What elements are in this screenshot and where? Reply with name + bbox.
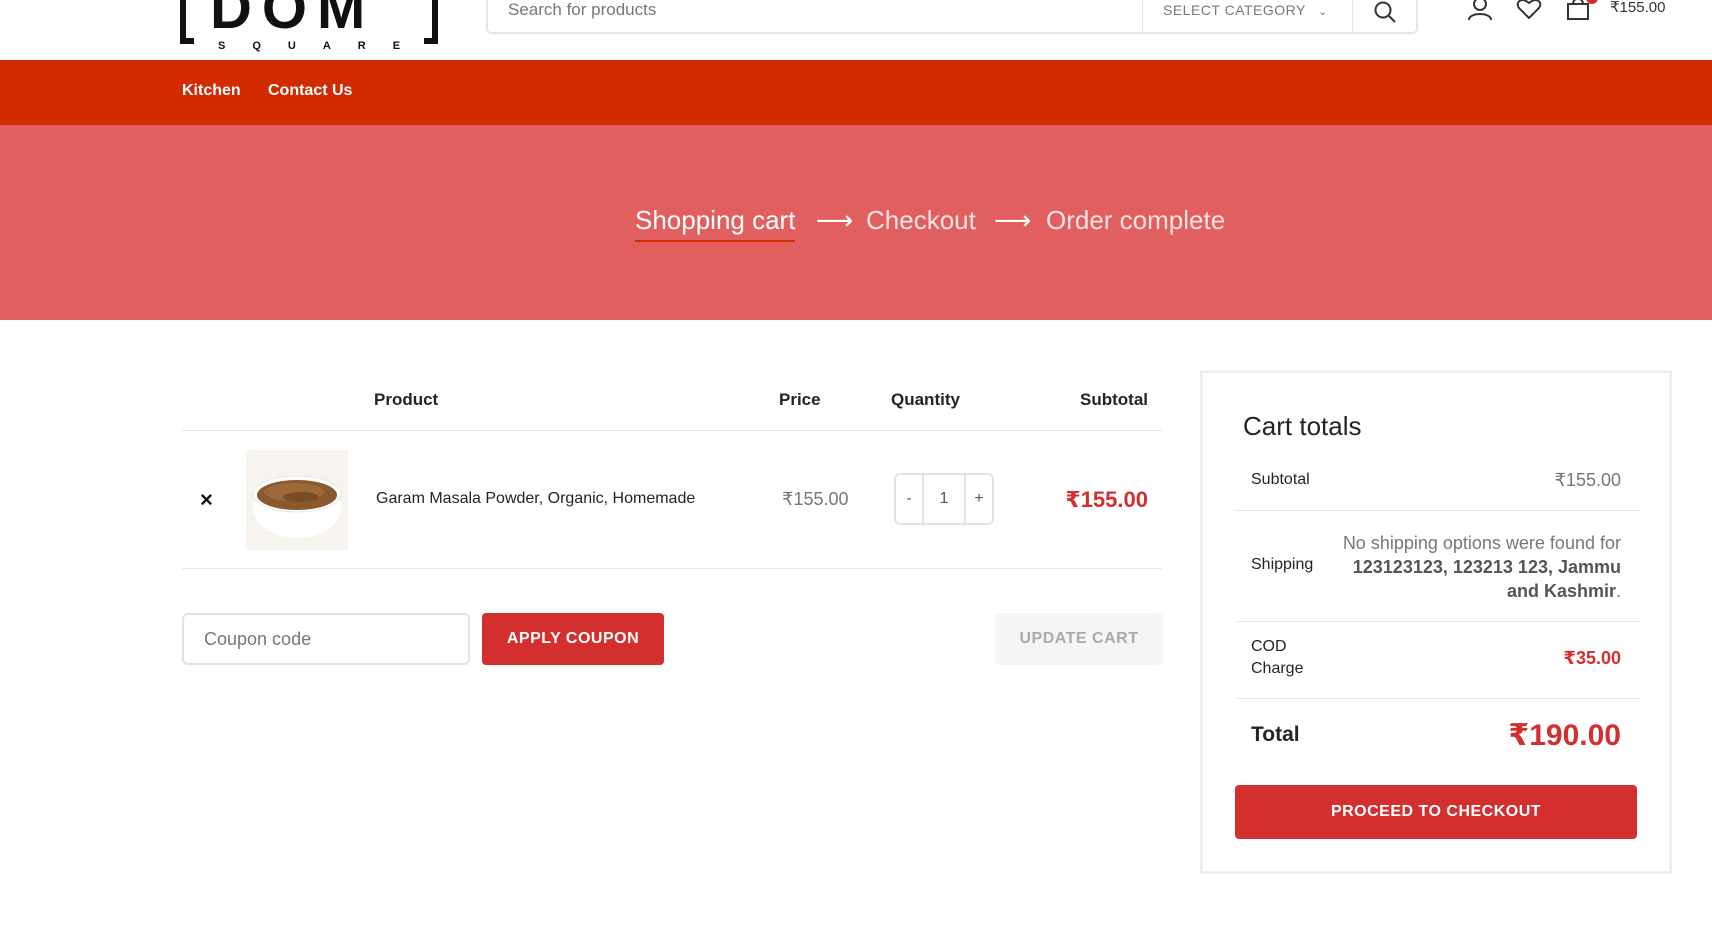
cart-totals-title: Cart totals xyxy=(1243,411,1362,441)
update-cart-button[interactable]: UPDATE CART xyxy=(995,613,1163,665)
nav-item-kitchen[interactable]: Kitchen xyxy=(182,82,241,100)
logo-word: DOM xyxy=(210,0,376,41)
checkout-steps-banner: Shopping cart ⟶ Checkout ⟶ Order complet… xyxy=(0,125,1712,320)
checkout-steps: Shopping cart ⟶ Checkout ⟶ Order complet… xyxy=(0,205,1712,245)
quantity-input[interactable]: 1 xyxy=(924,475,964,523)
cod-charge-label-line1: COD xyxy=(1251,638,1287,655)
subtotal-value: ₹155.00 xyxy=(1554,470,1621,490)
cod-charge-value: ₹35.00 xyxy=(1563,648,1621,668)
shipping-label: Shipping xyxy=(1251,556,1314,573)
proceed-to-checkout-button[interactable]: PROCEED TO CHECKOUT xyxy=(1235,785,1637,839)
product-name-link[interactable]: Garam Masala Powder, Organic, Homemade xyxy=(376,490,695,508)
spice-bowl-image xyxy=(252,475,342,538)
column-header-quantity: Quantity xyxy=(891,390,960,409)
table-divider xyxy=(182,430,1162,431)
cart-totals-panel: Cart totals Subtotal ₹155.00 Shipping No… xyxy=(1200,370,1672,874)
logo-subtitle: SQUARE xyxy=(218,40,428,52)
apply-coupon-button[interactable]: APPLY COUPON xyxy=(482,613,664,665)
site-header: DOM SQUARE SELECT CATEGORY ⌄ xyxy=(0,0,1712,60)
arrow-right-icon: ⟶ xyxy=(994,205,1032,235)
logo-bracket-right xyxy=(424,0,438,44)
column-header-subtotal: Subtotal xyxy=(1080,390,1148,409)
cart-bag-icon[interactable] xyxy=(1566,0,1590,25)
nav-item-contact-us[interactable]: Contact Us xyxy=(268,82,352,100)
quantity-stepper: - 1 + xyxy=(894,473,994,525)
product-thumbnail[interactable] xyxy=(246,450,348,550)
remove-item-icon[interactable]: × xyxy=(200,487,213,513)
category-select-label: SELECT CATEGORY xyxy=(1163,2,1306,18)
shipping-message-text: No shipping options were found for xyxy=(1342,533,1621,553)
header-cart-total[interactable]: ₹155.00 xyxy=(1610,0,1665,16)
step-order-complete: Order complete xyxy=(1046,205,1226,235)
arrow-right-icon: ⟶ xyxy=(816,205,854,235)
subtotal-label: Subtotal xyxy=(1251,471,1310,488)
quantity-decrease-button[interactable]: - xyxy=(896,475,924,523)
shipping-address: 123123123, 123213 123, Jammu and Kashmir xyxy=(1352,557,1621,601)
coupon-code-input[interactable] xyxy=(182,613,470,665)
cod-charge-label-line2: Charge xyxy=(1251,660,1304,677)
totals-divider xyxy=(1235,698,1639,699)
column-header-product: Product xyxy=(374,390,439,409)
chevron-down-icon: ⌄ xyxy=(1318,6,1328,18)
total-value: ₹190.00 xyxy=(1508,719,1621,752)
column-header-price: Price xyxy=(779,390,821,409)
total-label: Total xyxy=(1251,723,1300,746)
account-icon[interactable] xyxy=(1467,0,1493,25)
search-input[interactable] xyxy=(508,0,1108,20)
product-price: ₹155.00 xyxy=(782,489,849,509)
quantity-increase-button[interactable]: + xyxy=(964,475,992,523)
step-checkout[interactable]: Checkout xyxy=(866,205,976,236)
site-logo[interactable]: DOM SQUARE xyxy=(180,0,438,54)
shipping-message: No shipping options were found for 12312… xyxy=(1321,531,1621,603)
totals-divider xyxy=(1235,510,1639,511)
search-icon xyxy=(1374,1,1396,23)
main-nav: Kitchen Contact Us xyxy=(0,60,1712,125)
step-shopping-cart[interactable]: Shopping cart xyxy=(635,205,796,242)
search-bar: SELECT CATEGORY ⌄ xyxy=(486,0,1418,34)
shipping-message-end: . xyxy=(1615,581,1621,601)
search-button[interactable] xyxy=(1352,0,1416,32)
logo-bracket-left xyxy=(180,0,194,44)
wishlist-heart-icon[interactable] xyxy=(1516,0,1542,25)
table-divider xyxy=(182,568,1162,569)
totals-divider xyxy=(1235,621,1639,622)
category-select[interactable]: SELECT CATEGORY ⌄ xyxy=(1142,0,1354,32)
product-subtotal: ₹155.00 xyxy=(1065,487,1148,512)
